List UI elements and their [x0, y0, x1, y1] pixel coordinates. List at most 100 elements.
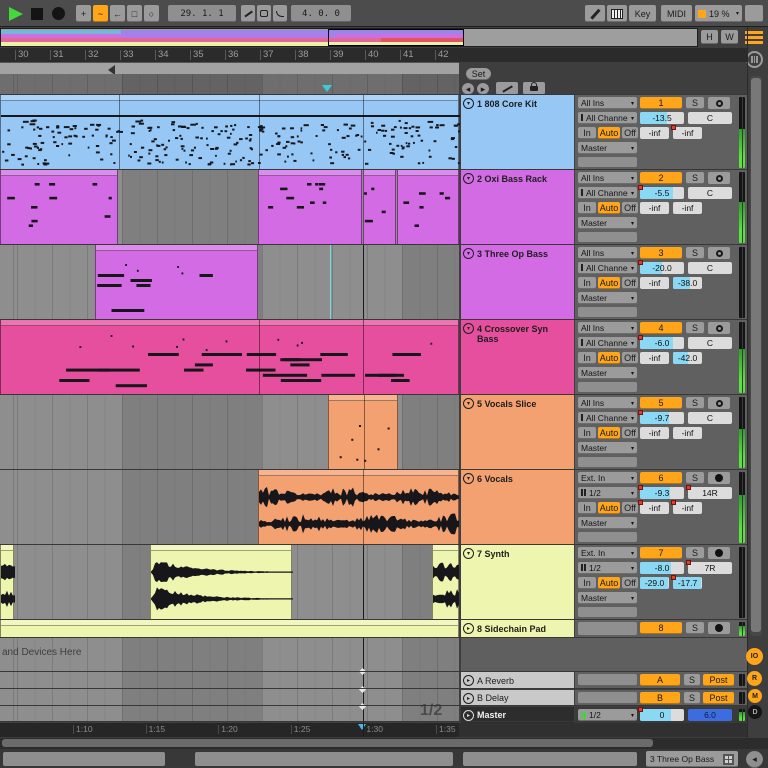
volume-box[interactable]: -5.5 [640, 187, 684, 199]
play-button[interactable] [9, 7, 23, 21]
return-a-io-box[interactable] [578, 674, 637, 686]
monitor-auto-button[interactable]: Auto [598, 277, 620, 289]
track-activator[interactable]: 6 [640, 472, 682, 484]
arm-button[interactable] [708, 472, 730, 484]
track-header-6[interactable]: ▾6 Vocals [461, 470, 574, 545]
input-channel-chooser[interactable]: All Channe▾ [578, 112, 637, 124]
arm-button[interactable] [708, 397, 730, 409]
input-channel-chooser[interactable]: All Channe▾ [578, 412, 637, 424]
monitor-auto-button[interactable]: Auto [598, 502, 620, 514]
clip[interactable] [432, 545, 459, 620]
horizontal-scrollbar-track[interactable] [0, 738, 768, 749]
clip[interactable] [0, 320, 459, 395]
monitor-off-button[interactable]: Off [622, 202, 638, 214]
overview-view-box[interactable] [328, 29, 464, 46]
monitor-auto-button[interactable]: Auto [598, 352, 620, 364]
monitor-off-button[interactable]: Off [622, 127, 638, 139]
return-a-activator[interactable]: A [640, 674, 680, 686]
track-activator[interactable]: 7 [640, 547, 682, 559]
clip[interactable] [0, 170, 118, 245]
clip[interactable] [258, 170, 362, 245]
status-scroll-segment[interactable] [3, 752, 165, 766]
horizontal-scrollbar-handle[interactable] [2, 739, 653, 747]
track-header-1[interactable]: ▾1 808 Core Kit [461, 95, 574, 170]
monitor-off-button[interactable]: Off [622, 577, 638, 589]
fold-icon[interactable]: ▾ [463, 98, 474, 109]
solo-button[interactable]: S [686, 622, 704, 634]
input-type-chooser[interactable]: All Ins▾ [578, 397, 637, 409]
input-channel-chooser[interactable]: All Channe▾ [578, 262, 637, 274]
monitor-off-button[interactable]: Off [622, 352, 638, 364]
clip[interactable] [0, 545, 14, 620]
show-mixer-toggle[interactable]: M [748, 689, 762, 703]
track-header-3[interactable]: ▾3 Three Op Bass [461, 245, 574, 320]
send-a-box[interactable]: -inf [640, 202, 669, 214]
monitor-in-button[interactable]: In [578, 127, 596, 139]
cpu-load-meter[interactable]: 19 % ▾ [695, 5, 742, 22]
monitor-in-button[interactable]: In [578, 277, 596, 289]
fold-icon[interactable]: ▸ [463, 623, 474, 634]
arm-button[interactable] [708, 247, 730, 259]
solo-button[interactable]: S [686, 97, 704, 109]
volume-box[interactable]: -9.7 [640, 412, 684, 424]
fold-icon[interactable]: ▾ [463, 548, 474, 559]
track-activator[interactable]: 8 [640, 622, 682, 634]
clip[interactable] [150, 545, 292, 620]
track-header-7[interactable]: ▾7 Synth [461, 545, 574, 620]
arm-button[interactable] [708, 172, 730, 184]
clip[interactable] [397, 170, 459, 245]
automation-mode-button[interactable]: ~ [93, 5, 108, 22]
return-a-header[interactable]: ▸ A Reverb [461, 672, 574, 689]
solo-button[interactable]: S [686, 397, 704, 409]
status-scroll-segment[interactable] [463, 752, 637, 766]
session-view-selector[interactable] [746, 51, 763, 68]
return-b-activator[interactable]: B [640, 692, 680, 704]
selected-track-chooser[interactable]: 3 Three Op Bass [646, 751, 738, 767]
pan-box[interactable]: C [688, 112, 732, 124]
monitor-in-button[interactable]: In [578, 427, 596, 439]
midi-map-button[interactable]: MIDI [661, 5, 692, 22]
loop-button[interactable] [257, 5, 271, 22]
solo-button[interactable]: S [686, 247, 704, 259]
monitor-auto-button[interactable]: Auto [598, 127, 620, 139]
master-volume[interactable]: 0 [640, 709, 684, 721]
fold-icon[interactable]: ▾ [463, 398, 474, 409]
show-io-toggle[interactable]: IO [746, 648, 763, 665]
monitor-in-button[interactable]: In [578, 202, 596, 214]
stop-button[interactable] [31, 8, 43, 20]
send-b-box[interactable]: -inf [673, 427, 702, 439]
punch-out-button[interactable] [273, 5, 287, 22]
monitor-in-button[interactable]: In [578, 502, 596, 514]
send-b-box[interactable]: -38.0 [673, 277, 702, 289]
input-type-chooser[interactable]: All Ins▾ [578, 247, 637, 259]
send-a-box[interactable]: -inf [640, 352, 669, 364]
fold-icon[interactable]: ▾ [463, 248, 474, 259]
capture-button[interactable]: ○ [144, 5, 159, 22]
clip[interactable] [0, 95, 459, 170]
arm-button[interactable] [708, 622, 730, 634]
monitor-in-button[interactable]: In [578, 577, 596, 589]
volume-box[interactable]: -9.3 [640, 487, 684, 499]
follow-button[interactable]: □ [127, 5, 142, 22]
pan-box[interactable]: C [688, 187, 732, 199]
solo-button[interactable]: S [686, 472, 704, 484]
volume-box[interactable]: -6.0 [640, 337, 684, 349]
send-b-box[interactable]: -inf [673, 127, 702, 139]
volume-box[interactable]: -20.0 [640, 262, 684, 274]
width-zoom-button[interactable]: W [721, 30, 738, 44]
input-type-chooser[interactable]: All Ins▾ [578, 322, 637, 334]
locator-marker-icon[interactable] [322, 85, 332, 92]
clip[interactable] [363, 170, 396, 245]
return-b-io-box[interactable] [578, 692, 637, 704]
fold-icon[interactable]: ▸ [463, 693, 474, 704]
vertical-scrollbar-handle[interactable] [751, 78, 761, 632]
track-header-8[interactable]: ▸8 Sidechain Pad [461, 620, 574, 638]
vertical-scrollbar-track[interactable] [750, 76, 762, 636]
show-returns-toggle[interactable]: R [747, 671, 762, 686]
input-channel-chooser[interactable]: 1/2▾ [578, 487, 637, 499]
pan-box[interactable]: C [688, 262, 732, 274]
return-a-solo-button[interactable]: S [684, 674, 700, 686]
loop-length-display[interactable]: 4. 0. 0 [291, 5, 351, 22]
input-channel-chooser[interactable]: All Channe▾ [578, 187, 637, 199]
output-chooser[interactable]: Master▾ [578, 517, 637, 529]
